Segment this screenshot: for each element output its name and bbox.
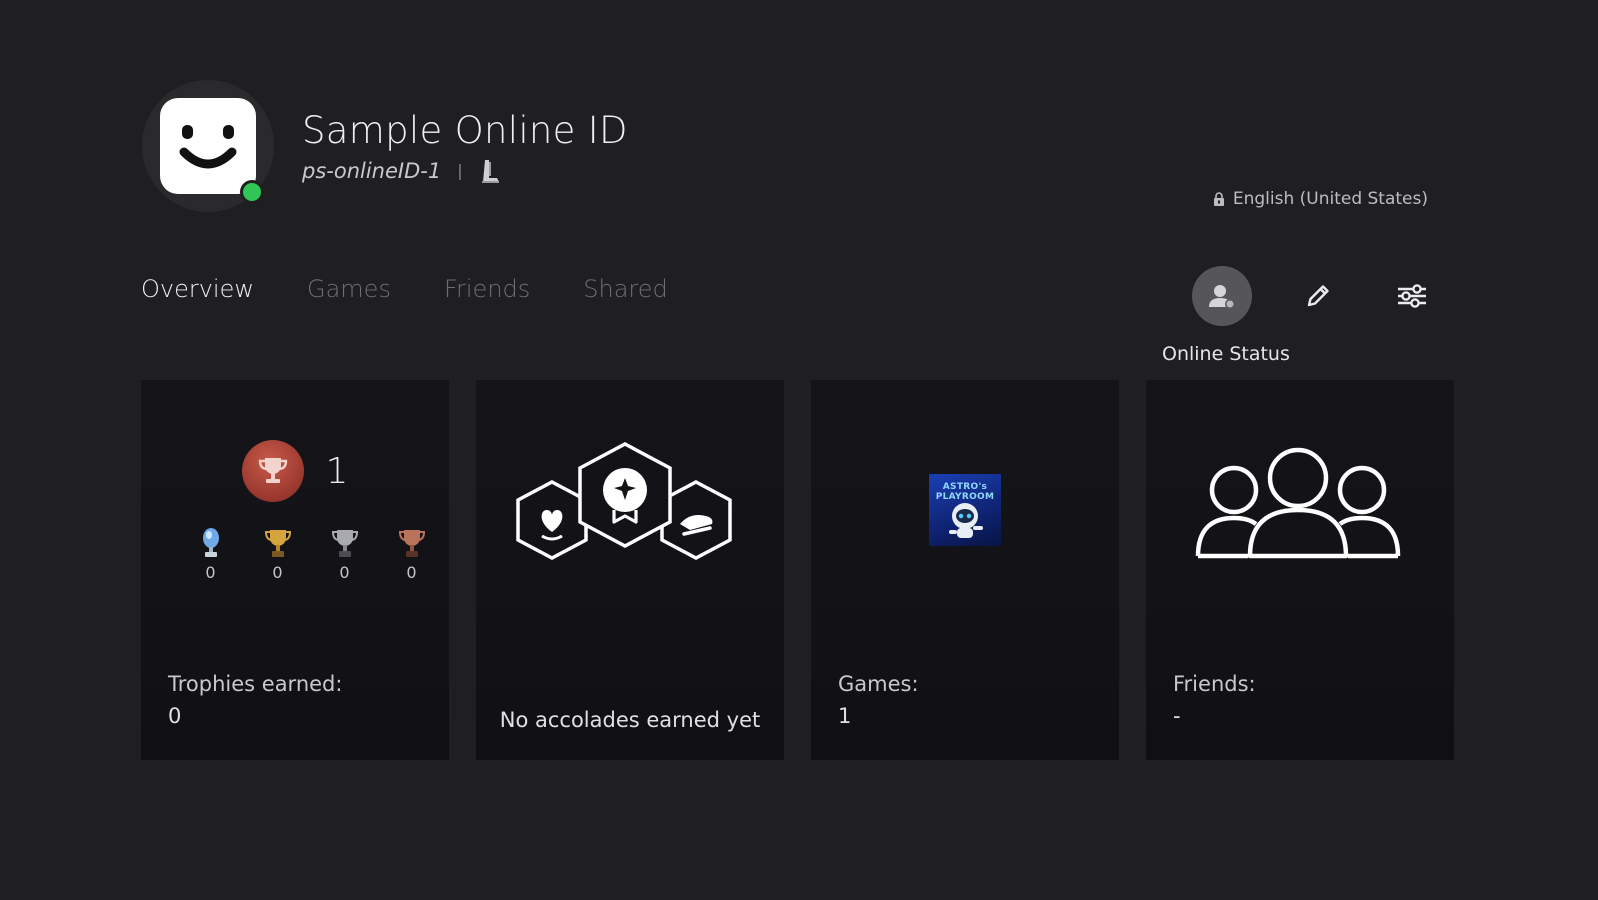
platinum-trophy-icon <box>202 528 219 557</box>
bronze-trophy: 0 <box>378 527 445 582</box>
smiley-avatar-icon <box>160 98 256 194</box>
friends-group-icon <box>1195 447 1401 559</box>
games-label: Games: <box>838 672 919 696</box>
settings-button[interactable] <box>1382 266 1442 326</box>
accolades-caption: No accolades earned yet <box>499 708 761 732</box>
profile-toolbar: Online Status <box>1162 266 1442 366</box>
accolades-card[interactable]: No accolades earned yet <box>476 380 784 760</box>
pencil-icon <box>1307 285 1329 307</box>
overview-cards: 1 0 0 0 0 Trophies earned: 0 No accolade… <box>141 380 1454 760</box>
gold-count: 0 <box>272 563 283 582</box>
online-presence-indicator <box>240 180 264 204</box>
trophy-level-row: 1 <box>141 440 449 502</box>
friends-label: Friends: <box>1173 672 1256 696</box>
sliders-icon <box>1398 284 1426 308</box>
online-id-row: ps-onlineID-1 | <box>302 158 628 184</box>
id-separator: | <box>457 161 463 180</box>
online-id: ps-onlineID-1 <box>302 158 442 183</box>
lock-icon <box>1213 192 1224 206</box>
astro-bot-icon <box>949 503 983 538</box>
profile-tabs: Overview Games Friends Shared <box>141 275 721 303</box>
trophies-caption: Trophies earned: 0 <box>168 668 342 732</box>
games-count: 1 <box>838 704 852 728</box>
trophies-earned-label: Trophies earned: <box>168 672 343 696</box>
trophy-counts-row: 0 0 0 0 <box>177 527 445 582</box>
silver-trophy: 0 <box>311 527 378 582</box>
accolades-hexagon-icon <box>516 442 732 560</box>
online-status-button[interactable]: Online Status <box>1162 266 1290 365</box>
platinum-trophy: 0 <box>177 527 244 582</box>
avatar[interactable] <box>142 80 274 212</box>
silver-trophy-icon <box>331 530 358 557</box>
trophies-earned-value: 0 <box>168 704 182 728</box>
bronze-count: 0 <box>406 563 417 582</box>
gold-trophy-icon <box>264 530 291 557</box>
online-status-person-icon <box>1209 285 1235 309</box>
trophy-level-icon <box>241 440 304 502</box>
tab-games[interactable]: Games <box>307 275 391 303</box>
ps5-console-icon <box>481 159 499 183</box>
trophies-card[interactable]: 1 0 0 0 0 Trophies earned: 0 <box>141 380 449 760</box>
profile-screen: Sample Online ID ps-onlineID-1 | English… <box>0 0 1598 900</box>
tab-shared[interactable]: Shared <box>583 275 668 303</box>
games-caption: Games: 1 <box>838 668 919 732</box>
games-card[interactable]: ASTRO's PLAYROOM Games: 1 <box>811 380 1119 760</box>
platinum-count: 0 <box>205 563 216 582</box>
trophy-level-number: 1 <box>325 450 349 492</box>
name-block: Sample Online ID ps-onlineID-1 | <box>302 109 628 184</box>
profile-header: Sample Online ID ps-onlineID-1 | <box>142 80 628 212</box>
gold-trophy: 0 <box>244 527 311 582</box>
edit-profile-button[interactable] <box>1288 266 1348 326</box>
language-indicator: English (United States) <box>1213 189 1428 209</box>
friends-count: - <box>1173 704 1181 728</box>
silver-count: 0 <box>339 563 350 582</box>
online-status-label: Online Status <box>1162 343 1290 365</box>
tab-friends[interactable]: Friends <box>444 275 530 303</box>
astros-playroom-thumbnail: ASTRO's PLAYROOM <box>929 474 1001 546</box>
friends-caption: Friends: - <box>1173 668 1256 732</box>
tab-overview[interactable]: Overview <box>141 275 254 303</box>
friends-card[interactable]: Friends: - <box>1146 380 1454 760</box>
bronze-trophy-icon <box>398 530 425 557</box>
display-name: Sample Online ID <box>302 108 628 152</box>
language-label: English (United States) <box>1232 189 1428 209</box>
